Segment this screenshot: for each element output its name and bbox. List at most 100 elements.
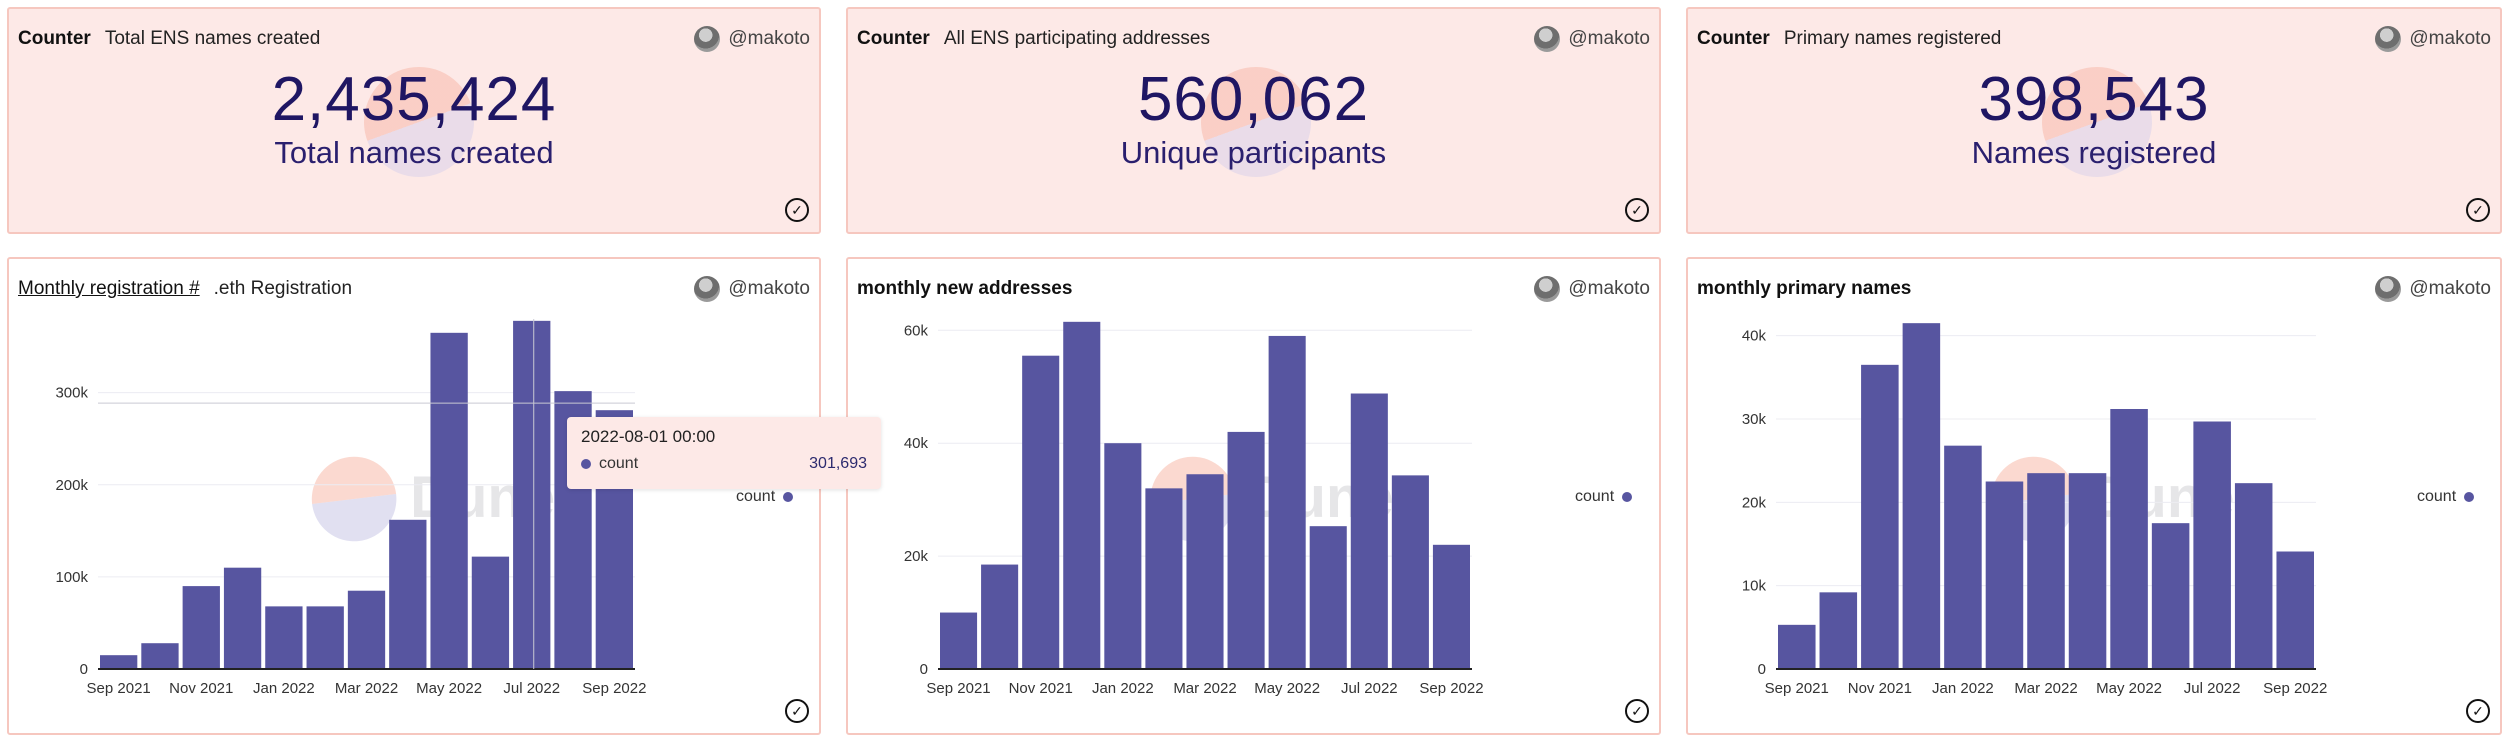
- chart-card-monthly-primary-names: monthly primary names @makoto Dune 0 10k 20…: [1686, 257, 2502, 735]
- bar[interactable]: [513, 320, 551, 669]
- bar[interactable]: [1944, 445, 1982, 669]
- bar[interactable]: [2193, 421, 2231, 670]
- x-tick-label: Jan 2022: [253, 680, 315, 697]
- check-circle-icon: ✓: [1625, 699, 1649, 723]
- bar[interactable]: [1309, 526, 1347, 669]
- bar[interactable]: [2234, 483, 2273, 669]
- bar-chart[interactable]: Dune020k40k60kSep 2021 Nov 2021 Jan 2022 Ma…: [848, 259, 1663, 737]
- y-tick-label: 30k: [1742, 411, 1767, 428]
- counter-label: Names registered: [1971, 135, 2217, 170]
- x-tick-label: May 2022: [1254, 680, 1320, 697]
- bar[interactable]: [1861, 364, 1899, 669]
- y-tick-label: 0: [1758, 661, 1766, 678]
- x-tick-label: Nov 2021: [1009, 680, 1073, 697]
- bar[interactable]: [141, 643, 179, 669]
- y-tick-label: 200k: [55, 477, 88, 494]
- bar[interactable]: [1268, 335, 1306, 669]
- owner-handle: @makoto: [1568, 28, 1650, 49]
- query-name[interactable]: Counter: [1697, 28, 1770, 50]
- bar[interactable]: [1819, 592, 1858, 669]
- chart-legend[interactable]: count: [1575, 488, 1633, 506]
- x-tick-label: Sep 2022: [2263, 680, 2327, 697]
- bar[interactable]: [2151, 523, 2190, 669]
- counter-label: Unique participants: [1120, 135, 1387, 170]
- legend-dot-icon: [1622, 492, 1633, 502]
- counter-value: 398,543: [1978, 65, 2210, 134]
- y-tick-label: 300k: [55, 385, 88, 402]
- bar[interactable]: [1145, 488, 1183, 669]
- bar[interactable]: [182, 586, 220, 669]
- x-tick-label: May 2022: [416, 680, 482, 697]
- y-tick-label: 100k: [55, 569, 88, 586]
- check-circle-icon: ✓: [785, 699, 809, 723]
- chart-legend[interactable]: count: [2417, 488, 2475, 506]
- bar[interactable]: [2068, 473, 2107, 669]
- bar[interactable]: [306, 606, 344, 669]
- query-subtitle: Total ENS names created: [104, 28, 321, 49]
- card-header: Counter Total ENS names created @makoto: [18, 23, 810, 55]
- bar[interactable]: [347, 590, 386, 669]
- counter-card-participants: Counter All ENS participating addresses …: [846, 7, 1661, 234]
- bar[interactable]: [1104, 443, 1142, 669]
- x-tick-label: May 2022: [2096, 680, 2162, 697]
- owner-link[interactable]: @makoto: [2375, 26, 2491, 52]
- bar[interactable]: [1350, 393, 1388, 669]
- counter-body: 560,062 Unique participants: [848, 69, 1659, 171]
- tooltip-series: count: [599, 455, 639, 472]
- check-circle-icon: ✓: [785, 198, 809, 222]
- chart-legend[interactable]: count: [736, 488, 794, 506]
- avatar: [1534, 26, 1561, 52]
- query-subtitle: All ENS participating addresses: [943, 28, 1210, 49]
- bar[interactable]: [1022, 355, 1060, 669]
- bar[interactable]: [1432, 544, 1470, 669]
- bar-chart[interactable]: Dune010k20k30k40kSep 2021 Nov 2021 Jan 202…: [1688, 259, 2504, 737]
- bar[interactable]: [265, 606, 303, 669]
- x-tick-label: Jan 2022: [1092, 680, 1154, 697]
- bar[interactable]: [1227, 431, 1265, 669]
- bar[interactable]: [223, 567, 262, 669]
- query-name[interactable]: Counter: [857, 28, 930, 50]
- bar[interactable]: [1391, 475, 1429, 669]
- card-header: Counter All ENS participating addresses …: [857, 23, 1650, 55]
- bar[interactable]: [471, 556, 510, 669]
- owner-handle: @makoto: [728, 28, 810, 49]
- tooltip-title: 2022-08-01 00:00: [581, 427, 716, 446]
- legend-label: count: [736, 488, 776, 505]
- x-tick-label: Jul 2022: [2184, 680, 2241, 697]
- chart-tooltip: 2022-08-01 00:00 count 301,693: [567, 417, 881, 489]
- bar[interactable]: [1778, 624, 1816, 669]
- bar[interactable]: [1186, 474, 1224, 669]
- x-tick-label: Sep 2022: [1419, 680, 1483, 697]
- bar[interactable]: [1985, 481, 2024, 670]
- counter-value: 560,062: [1137, 65, 1370, 134]
- x-tick-label: Sep 2022: [582, 680, 646, 697]
- card-header: Counter Primary names registered @makoto: [1697, 23, 2491, 55]
- bar[interactable]: [430, 332, 468, 669]
- x-tick-label: Sep 2021: [1765, 680, 1829, 697]
- avatar: [2375, 26, 2402, 52]
- bar[interactable]: [1063, 321, 1101, 669]
- bar[interactable]: [940, 612, 978, 669]
- y-tick-label: 10k: [1742, 578, 1767, 595]
- bar[interactable]: [2027, 473, 2065, 669]
- check-circle-icon: ✓: [2466, 198, 2490, 222]
- bar[interactable]: [2276, 551, 2314, 670]
- legend-dot-icon: [783, 492, 794, 502]
- bar[interactable]: [100, 655, 138, 669]
- counter-value: 2,435,424: [271, 65, 557, 134]
- bar[interactable]: [389, 519, 427, 669]
- bar[interactable]: [1902, 323, 1941, 669]
- owner-handle: @makoto: [2409, 28, 2491, 49]
- y-tick-label: 40k: [904, 435, 929, 452]
- x-tick-label: Nov 2021: [1848, 680, 1912, 697]
- x-tick-label: Nov 2021: [169, 680, 233, 697]
- tooltip-row: count 301,693: [581, 455, 867, 473]
- x-tick-label: Sep 2021: [87, 680, 151, 697]
- bar-chart[interactable]: Dune0100k200k300kSep 2021 Nov 2021 Jan 202…: [9, 259, 823, 737]
- bar[interactable]: [2110, 409, 2148, 669]
- query-name[interactable]: Counter: [18, 28, 91, 50]
- owner-link[interactable]: @makoto: [694, 26, 810, 52]
- owner-link[interactable]: @makoto: [1534, 26, 1650, 52]
- bar[interactable]: [981, 564, 1019, 669]
- legend-label: count: [2417, 488, 2457, 505]
